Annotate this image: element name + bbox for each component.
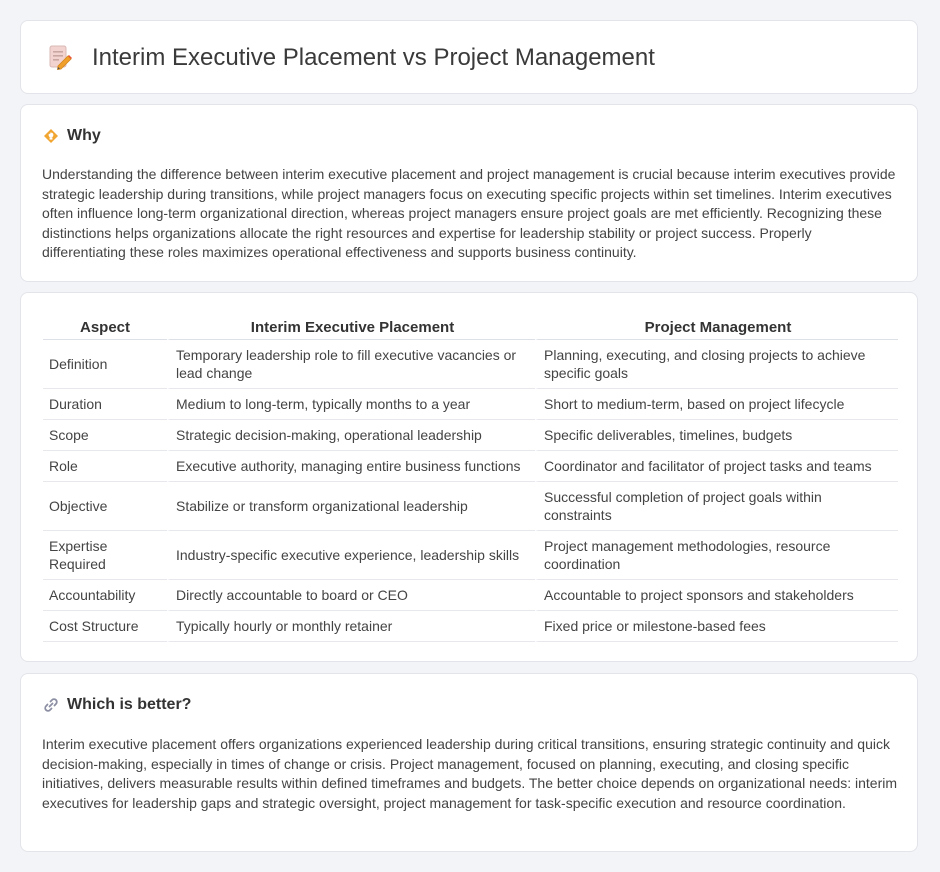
row-project: Fixed price or milestone-based fees [535, 611, 898, 642]
row-aspect: Objective [43, 482, 167, 531]
row-project: Planning, executing, and closing project… [535, 340, 898, 389]
row-aspect: Definition [43, 340, 167, 389]
row-project: Successful completion of project goals w… [535, 482, 898, 531]
row-aspect: Duration [43, 389, 167, 420]
row-project: Specific deliverables, timelines, budget… [535, 420, 898, 451]
row-interim: Temporary leadership role to fill execut… [167, 340, 535, 389]
better-title: Which is better? [67, 696, 192, 713]
document-edit-icon [47, 44, 73, 72]
table-row: Cost Structure Typically hourly or month… [43, 611, 898, 642]
table-row: Scope Strategic decision-making, operati… [43, 420, 898, 451]
table-row: Role Executive authority, managing entir… [43, 451, 898, 482]
table-row: Accountability Directly accountable to b… [43, 580, 898, 611]
why-text: Understanding the difference between int… [42, 166, 896, 261]
table-row: Definition Temporary leadership role to … [43, 340, 898, 389]
why-title: Why [67, 127, 101, 144]
comparison-section: Aspect Interim Executive Placement Proje… [20, 292, 918, 662]
row-aspect: Accountability [43, 580, 167, 611]
header-aspect: Aspect [43, 315, 167, 340]
row-interim: Industry-specific executive experience, … [167, 531, 535, 580]
better-header: Which is better? [43, 696, 191, 714]
row-project: Coordinator and facilitator of project t… [535, 451, 898, 482]
row-project: Short to medium-term, based on project l… [535, 389, 898, 420]
header-project: Project Management [535, 315, 898, 340]
why-header: Why [43, 127, 101, 145]
row-interim: Strategic decision-making, operational l… [167, 420, 535, 451]
row-interim: Medium to long-term, typically months to… [167, 389, 535, 420]
table-row: Objective Stabilize or transform organiz… [43, 482, 898, 531]
header-interim: Interim Executive Placement [167, 315, 535, 340]
row-aspect: Expertise Required [43, 531, 167, 580]
better-text: Interim executive placement offers organ… [42, 736, 897, 811]
table-row: Expertise Required Industry-specific exe… [43, 531, 898, 580]
title-row: Interim Executive Placement vs Project M… [47, 43, 655, 73]
page-title: Interim Executive Placement vs Project M… [92, 44, 655, 71]
comparison-table: Aspect Interim Executive Placement Proje… [43, 315, 898, 642]
row-aspect: Role [43, 451, 167, 482]
title-card: Interim Executive Placement vs Project M… [20, 20, 918, 94]
row-interim: Typically hourly or monthly retainer [167, 611, 535, 642]
better-section: Which is better? Interim executive place… [20, 673, 918, 852]
row-aspect: Scope [43, 420, 167, 451]
row-interim: Stabilize or transform organizational le… [167, 482, 535, 531]
why-section: Why Understanding the difference between… [20, 104, 918, 282]
row-interim: Executive authority, managing entire bus… [167, 451, 535, 482]
row-interim: Directly accountable to board or CEO [167, 580, 535, 611]
row-aspect: Cost Structure [43, 611, 167, 642]
row-project: Project management methodologies, resour… [535, 531, 898, 580]
table-row: Duration Medium to long-term, typically … [43, 389, 898, 420]
link-icon [43, 697, 59, 713]
row-project: Accountable to project sponsors and stak… [535, 580, 898, 611]
lightbulb-icon [43, 128, 59, 144]
table-header-row: Aspect Interim Executive Placement Proje… [43, 315, 898, 340]
